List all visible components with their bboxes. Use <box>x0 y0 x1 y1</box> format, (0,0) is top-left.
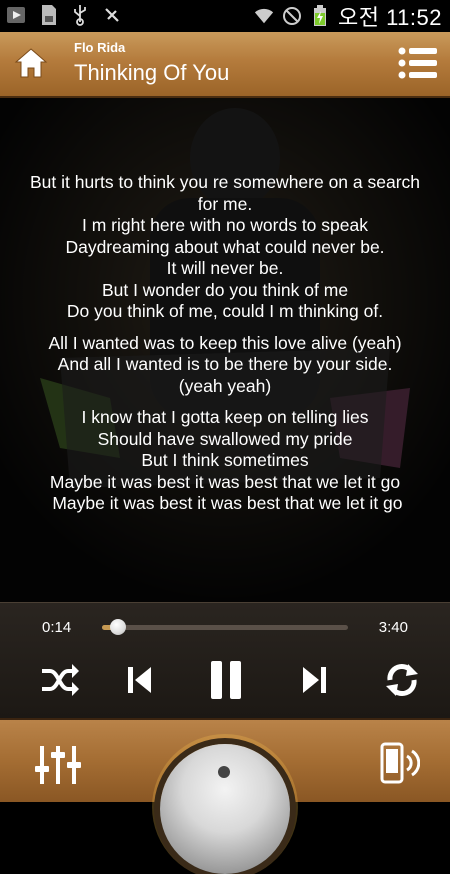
lyric-line: Maybe it was best it was best that we le… <box>47 493 403 513</box>
list-menu-icon <box>398 47 437 79</box>
song-title: Thinking Of You <box>74 60 230 85</box>
pause-icon <box>211 661 241 699</box>
lyric-line: It will never be. <box>166 258 284 278</box>
lyric-spacer <box>16 323 434 333</box>
wifi-icon <box>254 5 274 27</box>
home-button[interactable] <box>8 40 54 86</box>
sd-card-icon <box>38 4 58 26</box>
skip-previous-icon <box>128 667 151 693</box>
equalizer-button[interactable] <box>34 744 82 786</box>
seek-bar[interactable] <box>102 619 348 635</box>
no-signal-icon <box>282 5 302 27</box>
usb-debug-icon <box>102 4 122 26</box>
lyric-line: for me. <box>197 193 253 214</box>
lyric-line: All I wanted was to keep this love alive… <box>48 332 402 353</box>
total-time: 3:40 <box>378 619 408 636</box>
lyric-line: I m right here with no words to speak <box>82 215 368 235</box>
repeat-icon <box>386 664 418 696</box>
lyric-line: Should have swallowed my pride <box>97 428 353 449</box>
media-player-icon <box>6 4 26 26</box>
lyric-line: And all I wanted is to be there by your … <box>57 354 393 374</box>
shuffle-icon <box>42 664 79 696</box>
lyric-line: I know that I gotta keep on telling lies <box>81 407 369 427</box>
lyric-line: (yeah yeah) <box>178 375 272 396</box>
equalizer-icon <box>35 746 81 784</box>
sound-output-button[interactable] <box>376 742 421 786</box>
repeat-button[interactable] <box>380 658 424 702</box>
lyric-line: But I think sometimes <box>141 450 309 470</box>
lyric-line: Maybe it was best it was best that we le… <box>49 471 401 492</box>
seek-bar-thumb[interactable] <box>110 619 126 635</box>
lyric-line: Daydreaming about what could never be. <box>65 236 385 257</box>
lyric-spacer <box>16 397 434 407</box>
lyric-line: Do you think of me, could I m thinking o… <box>66 301 384 321</box>
shuffle-button[interactable] <box>38 658 82 702</box>
volume-knob-indicator <box>218 766 230 778</box>
volume-knob[interactable] <box>160 744 290 874</box>
status-bar: 오전 11:52 <box>0 0 450 32</box>
previous-button[interactable] <box>118 658 162 702</box>
skip-next-icon <box>303 667 326 693</box>
bottom-bar <box>0 718 450 874</box>
next-button[interactable] <box>292 658 336 702</box>
status-clock: 오전 11:52 <box>337 5 442 30</box>
artist-name: Flo Rida <box>74 40 126 55</box>
phone-sound-icon <box>380 742 421 784</box>
lyric-line: But I wonder do you think of me <box>101 279 349 300</box>
lyric-line: But it hurts to think you re somewhere o… <box>29 172 421 192</box>
lyrics-panel[interactable]: But it hurts to think you re somewhere o… <box>0 98 450 602</box>
playback-controls: 0:14 3:40 <box>0 602 450 719</box>
pause-button[interactable] <box>204 658 248 702</box>
battery-charging-icon <box>310 5 330 27</box>
home-icon <box>14 48 48 78</box>
current-time: 0:14 <box>42 619 72 636</box>
lyrics-text: But it hurts to think you re somewhere o… <box>16 172 434 515</box>
usb-icon <box>70 4 90 26</box>
menu-button[interactable] <box>398 46 438 80</box>
player-header: Flo Rida Thinking Of You <box>0 32 450 98</box>
